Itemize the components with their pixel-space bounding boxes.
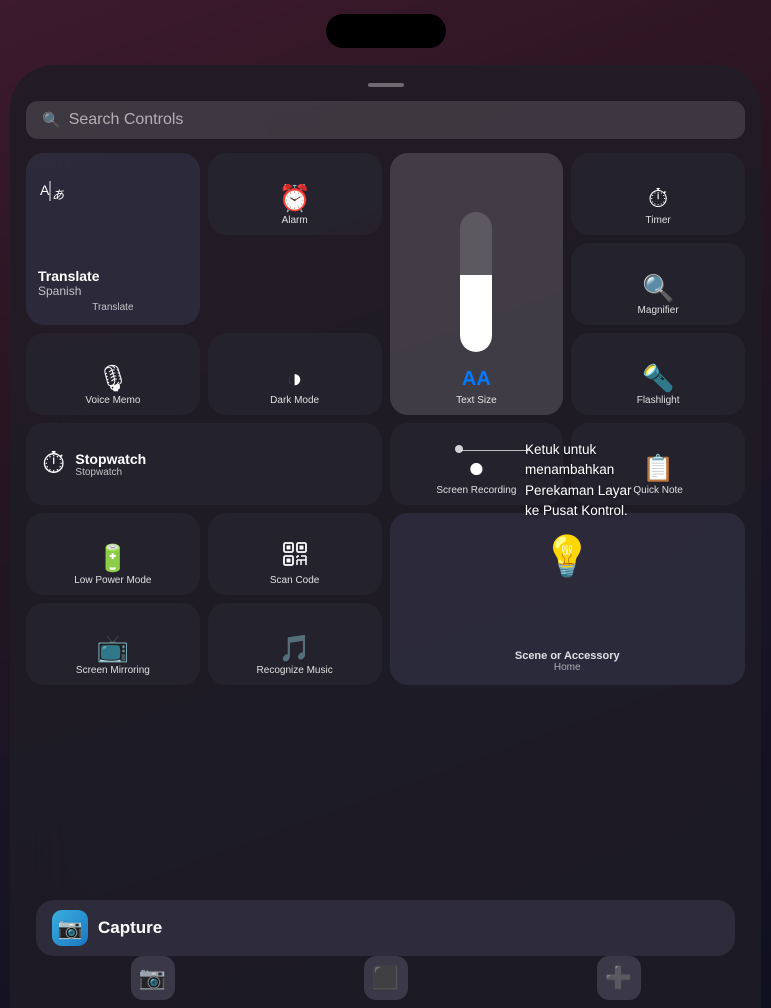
text-size-control[interactable]: AA Text Size bbox=[390, 153, 564, 415]
callout-annotation: Ketuk untukmenambahkanPerekaman Layarke … bbox=[521, 440, 771, 521]
stopwatch-control[interactable]: ⏱ Stopwatch Stopwatch bbox=[26, 423, 382, 505]
scan-code-icon bbox=[282, 541, 308, 571]
voice-memo-icon: 🎙 bbox=[96, 365, 129, 391]
translate-icon: A あ bbox=[38, 173, 70, 212]
dock-icon-add[interactable]: ➕ bbox=[597, 956, 641, 1000]
flashlight-label: Flashlight bbox=[637, 395, 680, 407]
screen-recording-label: Screen Recording bbox=[436, 485, 516, 497]
search-icon: 🔍 bbox=[42, 111, 61, 129]
timer-control[interactable]: ⏱ Timer bbox=[571, 153, 745, 235]
callout-text: Ketuk untukmenambahkanPerekaman Layarke … bbox=[521, 440, 771, 521]
translate-caption: Translate bbox=[38, 302, 188, 313]
textsize-label: Text Size bbox=[456, 395, 497, 407]
timer-icon: ⏱ bbox=[648, 185, 668, 211]
stopwatch-label-main: Stopwatch bbox=[75, 451, 146, 467]
alarm-label: Alarm bbox=[282, 215, 308, 227]
magnifier-control[interactable]: 🔍 Magnifier bbox=[571, 243, 745, 325]
screen-mirroring-control[interactable]: 📺 Screen Mirroring bbox=[26, 603, 200, 685]
dark-mode-control[interactable]: ◑ Dark Mode bbox=[208, 333, 382, 415]
search-bar[interactable]: 🔍 Search Controls bbox=[26, 101, 745, 139]
callout-line bbox=[461, 450, 531, 451]
dark-mode-icon: ◑ bbox=[287, 365, 303, 391]
magnifier-icon: 🔍 bbox=[642, 275, 674, 301]
alarm-icon: ⏰ bbox=[278, 185, 310, 211]
scan-code-control[interactable]: Scan Code bbox=[208, 513, 382, 595]
translate-label-sub: Spanish bbox=[38, 284, 188, 298]
control-center-overlay: 🔍 Search Controls A あ Translate Spanish bbox=[10, 65, 761, 1008]
svg-text:あ: あ bbox=[52, 188, 64, 202]
scene-main-label: Scene or Accessory bbox=[515, 650, 620, 662]
screen-mirroring-icon: 📺 bbox=[97, 635, 129, 661]
textsize-fill bbox=[460, 275, 492, 352]
screen-mirroring-label: Screen Mirroring bbox=[76, 665, 150, 677]
recognize-music-label: Recognize Music bbox=[257, 665, 333, 677]
screen-recording-icon: ⏺ bbox=[470, 455, 483, 481]
scan-code-label: Scan Code bbox=[270, 575, 319, 587]
controls-grid: A あ Translate Spanish Translate ⏰ Alarm … bbox=[26, 153, 745, 685]
voice-memo-label: Voice Memo bbox=[85, 395, 140, 407]
alarm-control[interactable]: ⏰ Alarm bbox=[208, 153, 382, 235]
scene-accessory-control[interactable]: 💡 Scene or Accessory Home bbox=[390, 513, 746, 685]
svg-text:A: A bbox=[40, 182, 50, 198]
flashlight-control[interactable]: 🔦 Flashlight bbox=[571, 333, 745, 415]
capture-label: Capture bbox=[98, 918, 162, 938]
bottom-dock: 📷 ⬛ ➕ bbox=[36, 956, 735, 1000]
textsize-track bbox=[460, 212, 492, 352]
scene-labels: Scene or Accessory Home bbox=[515, 650, 620, 673]
magnifier-label: Magnifier bbox=[638, 305, 679, 317]
flashlight-icon: 🔦 bbox=[642, 365, 674, 391]
low-power-control[interactable]: 🔋 Low Power Mode bbox=[26, 513, 200, 595]
voice-memo-control[interactable]: 🎙 Voice Memo bbox=[26, 333, 200, 415]
scene-bulb-icon: 💡 bbox=[542, 533, 592, 580]
low-power-icon: 🔋 bbox=[97, 545, 129, 571]
translate-control[interactable]: A あ Translate Spanish Translate bbox=[26, 153, 200, 325]
translate-label-main: Translate bbox=[38, 268, 188, 284]
dark-mode-label: Dark Mode bbox=[270, 395, 319, 407]
timer-label: Timer bbox=[646, 215, 671, 227]
dock-icon-camera[interactable]: 📷 bbox=[131, 956, 175, 1000]
phone-background: 🔍 Search Controls A あ Translate Spanish bbox=[0, 0, 771, 1008]
stopwatch-label-sub: Stopwatch bbox=[75, 467, 146, 478]
stopwatch-icon: ⏱ bbox=[42, 447, 65, 481]
capture-app-icon: 📷 bbox=[52, 910, 88, 946]
recognize-music-icon: 🎵 bbox=[278, 635, 310, 661]
search-placeholder: Search Controls bbox=[69, 111, 184, 129]
recognize-music-control[interactable]: 🎵 Recognize Music bbox=[208, 603, 382, 685]
low-power-label: Low Power Mode bbox=[74, 575, 151, 587]
capture-bar[interactable]: 📷 Capture bbox=[36, 900, 735, 956]
dock-icon-scan[interactable]: ⬛ bbox=[364, 956, 408, 1000]
dynamic-island bbox=[326, 14, 446, 48]
callout-dot bbox=[455, 445, 463, 453]
textsize-bar-container bbox=[396, 161, 558, 360]
scene-sub-label: Home bbox=[515, 662, 620, 673]
drag-handle bbox=[368, 83, 404, 87]
textsize-aa-label: AA bbox=[462, 368, 491, 391]
